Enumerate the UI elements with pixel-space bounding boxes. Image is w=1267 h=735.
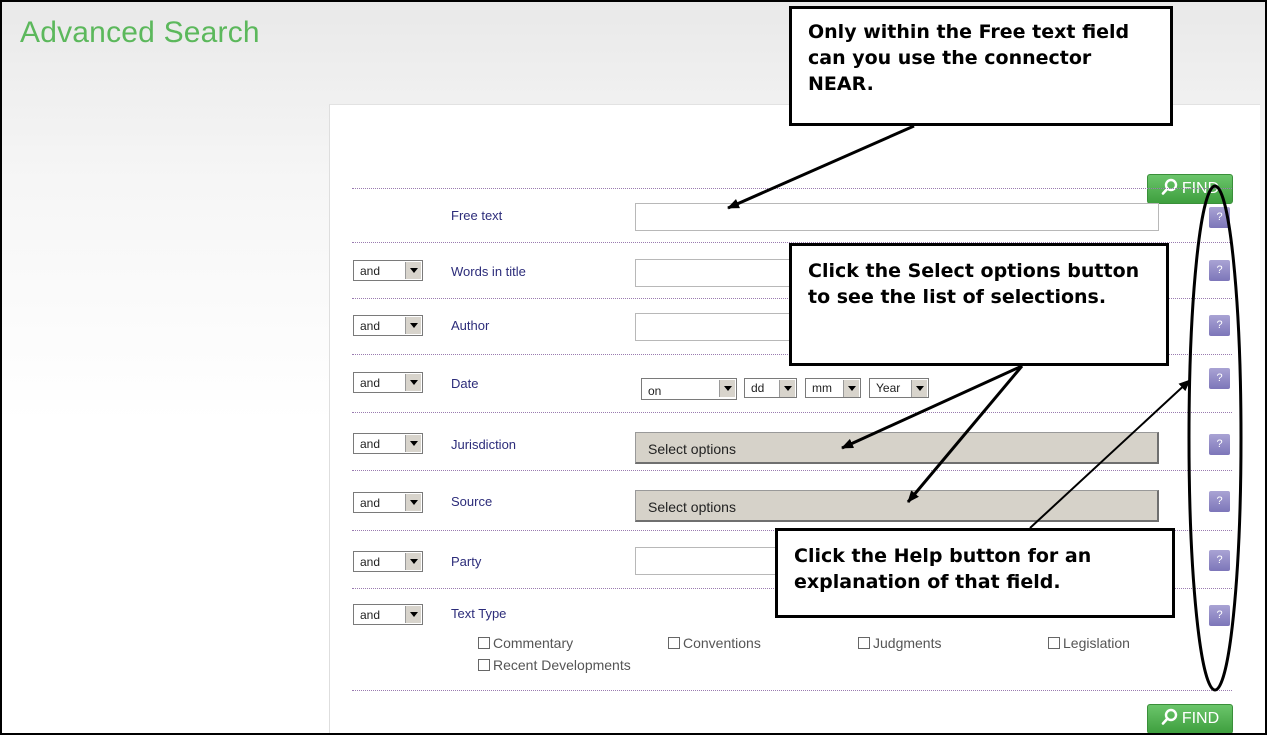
checkbox[interactable] <box>668 637 680 649</box>
row-divider <box>352 690 1232 691</box>
author-label: Author <box>451 318 490 333</box>
help-button-author[interactable]: ? <box>1209 315 1230 336</box>
help-button-source[interactable]: ? <box>1209 491 1230 512</box>
help-button-title[interactable]: ? <box>1209 260 1230 281</box>
row-divider <box>352 412 1232 413</box>
help-button-jurisdiction[interactable]: ? <box>1209 434 1230 455</box>
date-label: Date <box>451 376 479 391</box>
checkbox[interactable] <box>858 637 870 649</box>
free-text-input[interactable] <box>635 203 1159 231</box>
find-button-label: FIND <box>1181 180 1220 197</box>
checkbox-label: Recent Developments <box>493 657 631 673</box>
dropdown-arrow-icon <box>405 606 421 623</box>
callout-near-connector: Only within the Free text field can you … <box>789 6 1173 126</box>
callout-select-options: Click the Select options button to see t… <box>789 243 1169 366</box>
text-type-label: Text Type <box>451 606 507 621</box>
text-type-option-conventions[interactable]: Conventions <box>668 635 761 651</box>
date-mode-value: on <box>648 384 662 398</box>
checkbox-label: Conventions <box>683 635 761 651</box>
find-button-label: FIND <box>1181 710 1220 727</box>
dropdown-arrow-icon <box>843 380 859 397</box>
connector-select-author[interactable]: and <box>353 315 423 336</box>
page-title: Advanced Search <box>20 16 260 49</box>
dropdown-arrow-icon <box>911 380 927 397</box>
party-label: Party <box>451 554 482 569</box>
date-month-select[interactable]: mm <box>805 378 861 398</box>
dropdown-arrow-icon <box>405 317 421 334</box>
help-button-free-text[interactable]: ? <box>1209 207 1230 228</box>
callout-help-button: Click the Help button for an explanation… <box>775 528 1175 618</box>
connector-select-party[interactable]: and <box>353 551 423 572</box>
magnifier-icon <box>1161 708 1182 731</box>
date-year-select[interactable]: Year <box>869 378 929 398</box>
text-type-option-legislation[interactable]: Legislation <box>1048 635 1130 651</box>
connector-value: and <box>360 437 381 451</box>
row-divider <box>352 470 1232 471</box>
jurisdiction-label: Jurisdiction <box>451 437 517 452</box>
connector-select-jurisdiction[interactable]: and <box>353 433 423 454</box>
checkbox-label: Judgments <box>873 635 942 651</box>
dropdown-arrow-icon <box>405 262 421 279</box>
connector-value: and <box>360 496 381 510</box>
date-month-value: mm <box>812 381 832 395</box>
date-mode-select[interactable]: on <box>641 378 737 400</box>
text-type-option-commentary[interactable]: Commentary <box>478 635 573 651</box>
connector-value: and <box>360 608 381 622</box>
checkbox[interactable] <box>478 659 490 671</box>
text-type-option-judgments[interactable]: Judgments <box>858 635 941 651</box>
help-button-text-type[interactable]: ? <box>1209 605 1230 626</box>
dropdown-arrow-icon <box>779 380 795 397</box>
screenshot-frame: Advanced Search FIND FIND Free text ? an… <box>0 0 1267 735</box>
date-day-value: dd <box>751 381 765 395</box>
connector-value: and <box>360 319 381 333</box>
dropdown-arrow-icon <box>405 435 421 452</box>
checkbox-label: Commentary <box>493 635 574 651</box>
connector-select-text-type[interactable]: and <box>353 604 423 625</box>
dropdown-arrow-icon <box>405 374 421 391</box>
connector-select-source[interactable]: and <box>353 492 423 513</box>
magnifier-icon <box>1161 178 1182 201</box>
source-select-options-button[interactable]: Select options <box>635 490 1159 522</box>
source-label: Source <box>451 494 493 509</box>
title-label: Words in title <box>451 264 526 279</box>
find-button-bottom[interactable]: FIND <box>1147 704 1233 733</box>
connector-value: and <box>360 376 381 390</box>
text-type-option-recent-developments[interactable]: Recent Developments <box>478 657 631 673</box>
connector-value: and <box>360 555 381 569</box>
date-year-value: Year <box>876 381 901 395</box>
jurisdiction-select-options-button[interactable]: Select options <box>635 432 1159 464</box>
date-day-select[interactable]: dd <box>744 378 797 398</box>
connector-value: and <box>360 264 381 278</box>
find-button-top[interactable]: FIND <box>1147 174 1233 204</box>
connector-select-title[interactable]: and <box>353 260 423 281</box>
dropdown-arrow-icon <box>719 380 735 397</box>
help-button-party[interactable]: ? <box>1209 550 1230 571</box>
checkbox[interactable] <box>478 637 490 649</box>
dropdown-arrow-icon <box>405 553 421 570</box>
checkbox[interactable] <box>1048 637 1060 649</box>
help-button-date[interactable]: ? <box>1209 368 1230 389</box>
connector-select-date[interactable]: and <box>353 372 423 393</box>
checkbox-label: Legislation <box>1063 635 1130 651</box>
row-divider <box>352 188 1232 189</box>
dropdown-arrow-icon <box>405 494 421 511</box>
free-text-label: Free text <box>451 208 503 223</box>
